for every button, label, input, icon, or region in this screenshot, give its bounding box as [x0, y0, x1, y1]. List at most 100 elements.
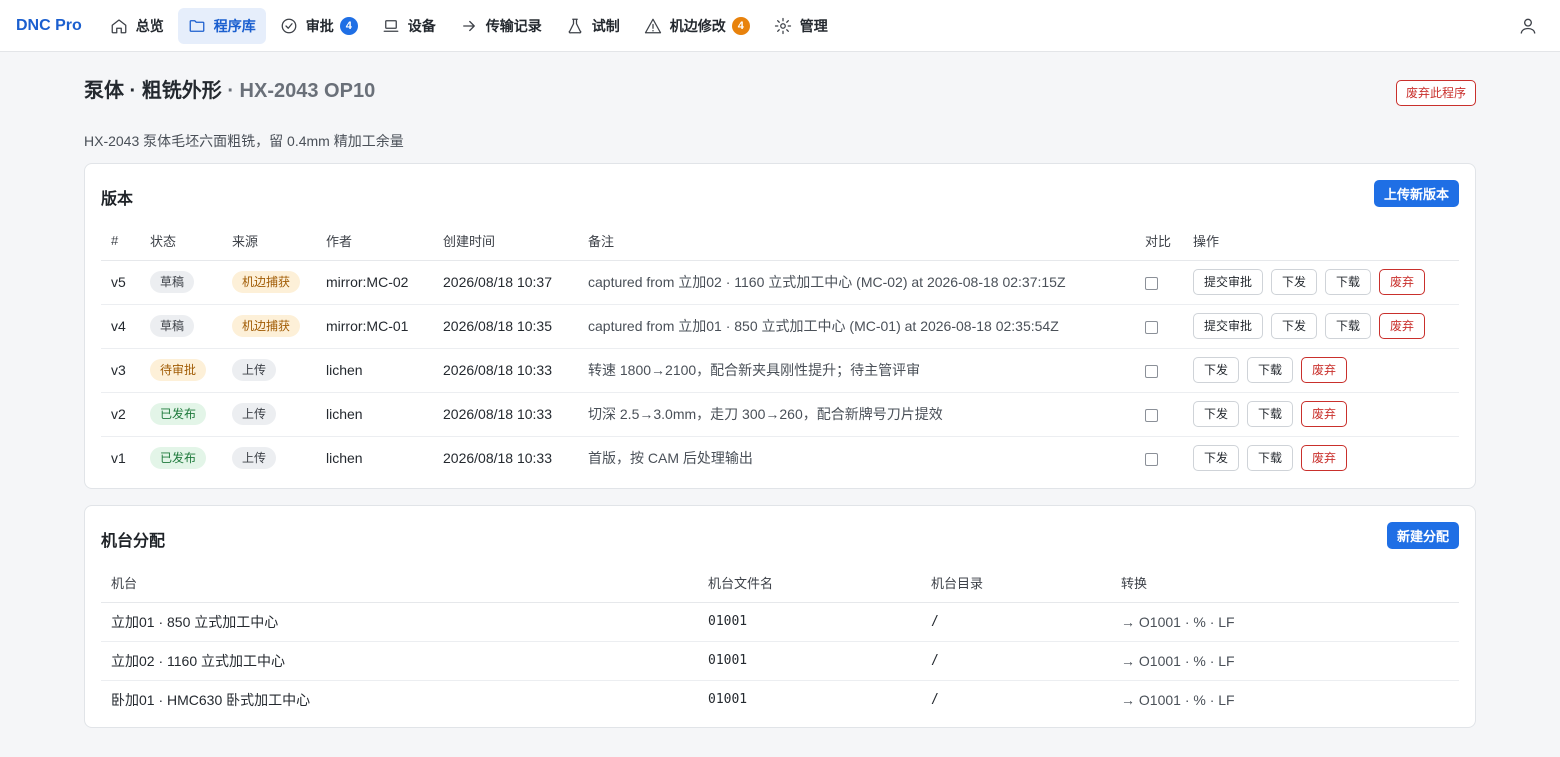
nav-label: 总览: [135, 17, 164, 34]
discard-button[interactable]: 废弃: [1379, 269, 1426, 295]
author: lichen: [326, 450, 363, 467]
folder-icon: [189, 19, 205, 32]
author: lichen: [316, 392, 433, 437]
download-button[interactable]: 下载: [1247, 445, 1294, 472]
table-row: v5 草稿 机边捕获 mirror:MC-02 2026/08/18 10:37…: [101, 260, 1459, 305]
source-badge: 上传: [232, 447, 277, 470]
user-menu[interactable]: [1518, 16, 1538, 36]
machine-dir: /: [931, 692, 939, 708]
nav-trial[interactable]: 试制: [556, 8, 630, 44]
table-header-row: 机台 机台文件名 机台目录 转换: [101, 564, 1459, 603]
submit-approval-button[interactable]: 提交审批: [1193, 313, 1264, 339]
col-compare: 对比: [1135, 222, 1183, 261]
nav-label: 设备: [407, 17, 436, 34]
machine-dir: /: [921, 641, 1111, 681]
version-number: v4: [101, 304, 140, 349]
machine-name: 卧加01 · HMC630 卧式加工中心: [111, 691, 311, 708]
nav-label: 机边修改: [669, 17, 726, 34]
new-assignment-button[interactable]: 新建分配: [1386, 522, 1459, 549]
table-header-row: # 状态 来源 作者 创建时间 备注 对比 操作: [101, 222, 1459, 261]
discard-button[interactable]: 废弃: [1301, 445, 1348, 472]
nav-approval[interactable]: 审批 4: [270, 8, 368, 44]
col-status: 状态: [140, 222, 222, 261]
program-description: HX-2043 泵体毛坯六面粗铣，留 0.4mm 精加工余量: [84, 133, 404, 149]
nav-label: 管理: [799, 17, 828, 34]
status-badge: 草稿: [150, 271, 195, 293]
table-row: v4 草稿 机边捕获 mirror:MC-01 2026/08/18 10:35…: [101, 304, 1459, 349]
program-code: · HX-2043 OP10: [221, 80, 376, 102]
author: mirror:MC-01: [316, 304, 433, 349]
nav-machine-edits[interactable]: 机边修改 4: [634, 8, 760, 44]
col-machine: 机台: [101, 564, 698, 603]
download-button[interactable]: 下载: [1325, 313, 1372, 339]
compare-checkbox[interactable]: [1145, 320, 1158, 334]
nav-transfer-log[interactable]: 传输记录: [450, 8, 552, 44]
table-row: v1 已发布 上传 lichen 2026/08/18 10:33 首版，按 C…: [101, 436, 1459, 480]
col-note: 备注: [578, 222, 1135, 261]
versions-title: 版本: [101, 191, 134, 208]
version-number: v3: [101, 348, 140, 393]
note: 转速 1800→2100，配合新夹具刚性提升；待主管评审: [578, 348, 1135, 393]
program-detail-page: 泵体 · 粗铣外形 · HX-2043 OP10 废弃此程序 HX-2043 泵…: [84, 52, 1476, 728]
compare-checkbox[interactable]: [1145, 364, 1158, 378]
program-name: 泵体 · 粗铣外形: [84, 80, 222, 102]
col-machine-dir: 机台目录: [921, 564, 1111, 603]
gear-icon: [774, 17, 791, 34]
note: 首版，按 CAM 后处理输出: [588, 450, 753, 467]
compare-checkbox[interactable]: [1145, 408, 1158, 422]
check-circle-icon: [281, 18, 297, 33]
dispatch-button[interactable]: 下发: [1193, 401, 1240, 427]
nav-admin[interactable]: 管理: [764, 8, 838, 44]
col-actions: 操作: [1183, 222, 1459, 261]
discard-button[interactable]: 废弃: [1301, 401, 1348, 427]
machine-filename: 01001: [708, 692, 748, 708]
compare-checkbox[interactable]: [1145, 276, 1158, 290]
user-icon: [1520, 18, 1536, 34]
machine-edits-count-badge: 4: [731, 16, 750, 35]
dispatch-button[interactable]: 下发: [1193, 445, 1240, 472]
submit-approval-button[interactable]: 提交审批: [1193, 269, 1264, 295]
nav-label: 审批: [305, 17, 334, 34]
version-number: v1: [111, 450, 126, 467]
assignments-card-header: 机台分配 新建分配: [85, 506, 1475, 564]
download-button[interactable]: 下载: [1247, 357, 1294, 383]
col-source: 来源: [222, 222, 316, 261]
source-badge: 机边捕获: [232, 315, 301, 337]
download-button[interactable]: 下载: [1247, 401, 1294, 427]
discard-program-button[interactable]: 废弃此程序: [1395, 80, 1476, 106]
nav-program-library[interactable]: 程序库: [177, 7, 266, 44]
col-created: 创建时间: [433, 222, 578, 261]
top-nav: DNC Pro 总览 程序库 审批 4 设备 传输记录 试制 机边修改 4 管理: [0, 0, 1560, 52]
version-number: v5: [101, 260, 140, 305]
col-convert: 转换: [1111, 564, 1459, 603]
brand-logo[interactable]: DNC Pro: [16, 17, 82, 35]
dispatch-button[interactable]: 下发: [1271, 313, 1318, 339]
table-row: 卧加01 · HMC630 卧式加工中心 01001 / → O1001 · %…: [101, 680, 1459, 719]
assignments-table: 机台 机台文件名 机台目录 转换 立加01 · 850 立式加工中心 01001…: [101, 564, 1459, 719]
dispatch-button[interactable]: 下发: [1271, 269, 1318, 295]
warning-icon: [644, 18, 661, 33]
dispatch-button[interactable]: 下发: [1193, 357, 1240, 383]
table-row: 立加02 · 1160 立式加工中心 01001 / → O1001 · % ·…: [101, 641, 1459, 681]
note: captured from 立加02 · 1160 立式加工中心 (MC-02)…: [578, 260, 1135, 305]
author: lichen: [316, 348, 433, 393]
compare-checkbox[interactable]: [1145, 453, 1158, 467]
created-time: 2026/08/18 10:33: [433, 392, 578, 437]
versions-table: # 状态 来源 作者 创建时间 备注 对比 操作 v5 草稿 机边捕获 mirr…: [101, 222, 1459, 480]
discard-button[interactable]: 废弃: [1379, 313, 1426, 339]
note: captured from 立加01 · 850 立式加工中心 (MC-01) …: [578, 304, 1135, 349]
discard-button[interactable]: 废弃: [1301, 357, 1348, 383]
machine-filename: 01001: [698, 602, 921, 642]
upload-new-version-button[interactable]: 上传新版本: [1373, 180, 1459, 207]
note: 切深 2.5→3.0mm，走刀 300→260，配合新牌号刀片提效: [578, 392, 1135, 437]
col-number: #: [101, 222, 140, 261]
conversion: → O1001 · % · LF: [1121, 691, 1235, 708]
created-time: 2026/08/18 10:37: [433, 260, 578, 305]
nav-overview[interactable]: 总览: [100, 8, 174, 44]
table-row: 立加01 · 850 立式加工中心 01001 / → O1001 · % · …: [101, 602, 1459, 642]
created-time: 2026/08/18 10:35: [433, 304, 578, 349]
col-author: 作者: [316, 222, 433, 261]
download-button[interactable]: 下载: [1325, 269, 1372, 295]
nav-label: 试制: [591, 17, 620, 34]
nav-devices[interactable]: 设备: [372, 8, 446, 44]
